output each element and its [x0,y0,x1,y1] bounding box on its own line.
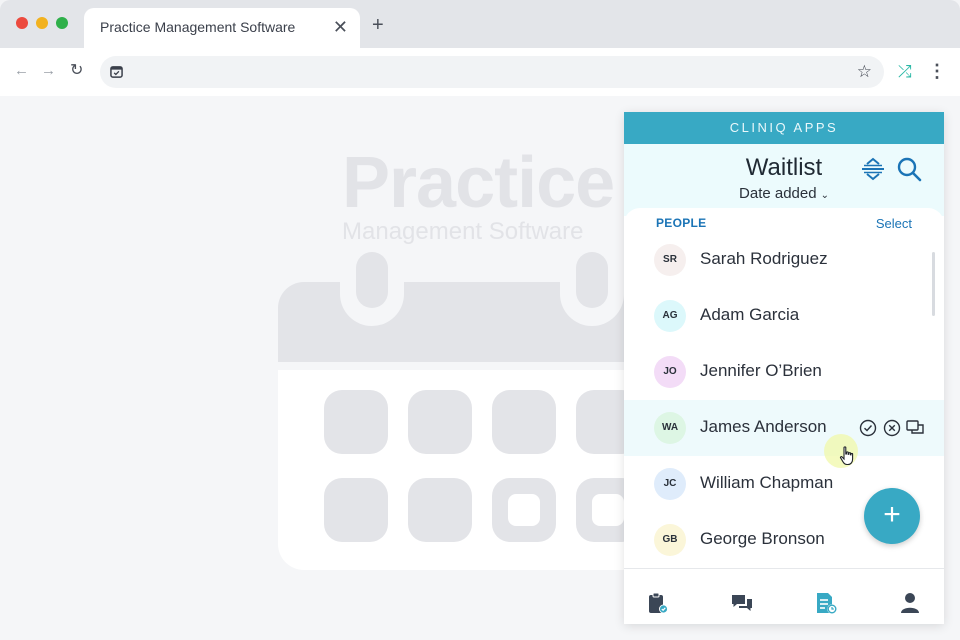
calendar-cell [324,478,388,542]
person-name: Sarah Rodriguez [700,249,828,268]
extension-icon[interactable]: ⤮ [898,62,912,82]
list-item[interactable]: AG Adam Garcia [624,288,944,344]
tab-close-icon[interactable]: ✕ [333,17,348,37]
avatar: WA [654,412,686,444]
browser-tab[interactable]: Practice Management Software ✕ [84,8,360,48]
back-arrow-icon[interactable]: ← [14,62,29,80]
background-subtitle: Management Software [342,218,584,245]
x-circle-icon[interactable] [883,419,901,437]
chat-icon [732,595,752,611]
sort-dropdown[interactable]: Date added ⌄ [624,185,944,202]
avatar: JO [654,356,686,388]
calendar-icon [110,66,123,78]
bookmark-star-icon[interactable]: ☆ [857,62,872,82]
browser-tab-bar: Practice Management Software ✕ + [0,0,960,48]
chevron-down-icon: ⌄ [820,190,829,201]
message-icon[interactable] [906,419,924,437]
new-tab-icon[interactable]: + [372,15,384,35]
person-name: Adam Garcia [700,305,800,324]
cliniq-panel: CLINIQ APPS Waitlist Date added ⌄ PEOPLE … [624,112,944,624]
window-maximize-dot[interactable] [56,17,68,29]
avatar: AG [654,300,686,332]
person-name: James Anderson [700,417,827,436]
avatar: JC [654,468,686,500]
background-title: Practice [342,143,615,223]
panel-header: Waitlist Date added ⌄ [624,144,944,216]
people-section-label: PEOPLE [656,216,707,230]
check-circle-icon[interactable] [859,419,877,437]
list-item[interactable]: SR Sarah Rodriguez [624,232,944,288]
sort-label: Date added [739,185,817,202]
forward-arrow-icon[interactable]: → [41,62,56,80]
tab-title: Practice Management Software [100,19,296,35]
window-close-dot[interactable] [16,17,28,29]
nav-messages[interactable] [708,569,788,624]
nav-tasks[interactable] [624,569,704,624]
select-link[interactable]: Select [876,216,912,231]
person-name: George Bronson [700,529,825,548]
search-icon[interactable] [896,156,922,182]
profile-icon [901,593,919,613]
add-button[interactable]: + [864,488,920,544]
browser-toolbar: ← → ↻ ☆ [0,48,960,96]
avatar: GB [654,524,686,556]
calendar-cell [324,390,388,454]
clipboard-check-icon [649,592,668,614]
calendar-cell [492,478,556,542]
waitlist-doc-icon [817,593,837,614]
calendar-ring-peg [356,252,388,308]
brand-bar: CLINIQ APPS [624,112,944,144]
nav-profile[interactable] [876,569,944,624]
window-minimize-dot[interactable] [36,17,48,29]
person-name: Jennifer O’Brien [700,361,822,380]
nav-waitlist[interactable] [792,569,872,624]
avatar: SR [654,244,686,276]
calendar-cell [492,390,556,454]
bottom-nav [624,568,944,624]
list-item[interactable]: JO Jennifer O’Brien [624,344,944,400]
calendar-ring-peg [576,252,608,308]
address-bar[interactable]: ☆ [100,56,884,88]
person-name: William Chapman [700,473,834,492]
calendar-cell [408,390,472,454]
browser-menu-icon[interactable]: ⋮ [928,60,946,82]
list-item[interactable]: WA James Anderson [624,400,944,468]
collapse-filter-icon[interactable] [860,156,886,182]
calendar-cell [408,478,472,542]
reload-icon[interactable]: ↻ [70,62,83,80]
